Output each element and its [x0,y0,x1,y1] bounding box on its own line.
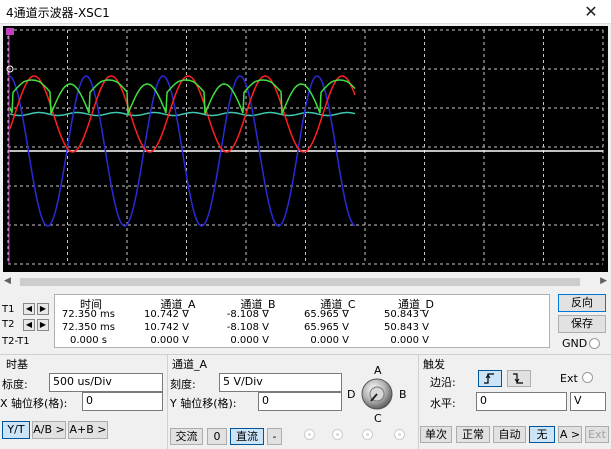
rising-edge-icon [484,373,494,384]
cursor-t1-marker [6,28,14,35]
t2-right-arrow-icon[interactable]: ▶ [37,319,49,331]
title-bar: 4通道示波器-XSC1 ✕ [0,0,611,24]
channel-scale-field[interactable]: 5 V/Div [219,373,342,392]
t2-channel-d: 50.843 V [383,322,429,333]
row-label-t2: T2 [2,319,15,330]
x-position-field[interactable]: 0 [82,392,163,411]
gnd-label: GND [562,337,588,350]
coupling-ac-button[interactable]: 交流 [170,428,203,445]
delta-channel-b: 0.000 V [230,335,269,346]
knob-label-c: C [374,412,382,425]
cursor-readout: T1 ◀ ▶ T2 ◀ ▶ T2-T1 时间 通道_A 通道_B 通道_C 通道… [0,292,611,352]
coupling-zero-button[interactable]: 0 [207,428,227,445]
t1-right-arrow-icon[interactable]: ▶ [37,303,49,315]
delta-channel-c: 0.000 V [310,335,349,346]
cursor-labels: T1 ◀ ▶ T2 ◀ ▶ T2-T1 [0,292,52,352]
trigger-normal-button[interactable]: 正常 [456,426,490,443]
t2-time: 72.350 ms [61,322,115,333]
t2-left-arrow-icon[interactable]: ◀ [23,319,35,331]
y-position-field[interactable]: 0 [258,392,342,411]
channel-c-trace [9,79,356,115]
coupling-dc-button[interactable]: 直流 [230,428,264,445]
trigger-auto-button[interactable]: 自动 [493,426,526,443]
timebase-scale-label: 标度: [2,378,28,391]
y-position-label: Y 轴位移(格): [170,397,237,410]
t1-left-arrow-icon[interactable]: ◀ [23,303,35,315]
edge-label: 边沿: [430,376,456,389]
channel-scale-label: 刻度: [170,378,196,391]
ext-radio[interactable] [582,372,593,383]
trigger-source-a-button[interactable]: A > [558,426,582,443]
trigger-single-button[interactable]: 单次 [420,426,452,443]
knob-label-a: A [374,364,382,377]
row-label-t2-t1: T2-T1 [2,336,30,347]
delta-channel-a: 0.000 V [150,335,189,346]
ext-label: Ext [560,372,578,385]
channel-radio-4 [394,429,405,440]
gnd-radio[interactable] [589,338,600,349]
channel-title: 通道_A [172,358,208,371]
delta-channel-d: 0.000 V [390,335,429,346]
t1-channel-b: -8.108 V [226,309,269,320]
x-position-label: X 轴位移(格): [0,397,68,410]
level-label: 水平: [430,397,456,410]
close-icon[interactable]: ✕ [571,0,611,24]
channel-radio-3 [362,429,373,440]
channel-trigger-divider [418,354,419,449]
readout-table: 时间 通道_A 通道_B 通道_C 通道_D 72.350 ms 10.742 … [54,294,550,348]
trigger-title: 触发 [423,358,445,371]
channel-radio-1 [304,429,315,440]
t1-time: 72.350 ms [61,309,115,320]
timebase-channel-divider [167,354,168,449]
scroll-right-icon[interactable]: ▶ [600,276,607,286]
scroll-left-icon[interactable]: ◀ [4,276,11,286]
knob-label-d: D [347,388,356,401]
scope-display [3,26,608,272]
delta-time: 0.000 s [69,335,107,346]
channel-radio-2 [332,429,343,440]
channel-knob[interactable] [360,377,394,411]
t2-channel-b: -8.108 V [226,322,269,333]
panel-divider [0,354,611,355]
coupling-minus-button[interactable]: - [267,428,282,445]
mode-a-plus-b-button[interactable]: A+B > [68,421,108,439]
knob-label-b: B [399,388,407,401]
scope-scrollbar[interactable]: ◀ ▶ [0,275,611,289]
trigger-ext-button: Ext [585,426,609,443]
window-title: 4通道示波器-XSC1 [6,6,110,20]
t2-channel-a: 10.742 V [143,322,189,333]
t1-channel-a: 10.742 V [143,309,189,320]
mode-ab-button[interactable]: A/B > [32,421,66,439]
trigger-level-field[interactable]: 0 [476,392,567,411]
scroll-thumb[interactable] [20,278,580,286]
trigger-level-unit[interactable]: V [570,392,606,411]
t2-channel-c: 65.965 V [303,322,349,333]
mode-yt-button[interactable]: Y/T [2,421,30,439]
trigger-none-button[interactable]: 无 [529,426,555,443]
timebase-title: 时基 [6,358,28,371]
row-label-t1: T1 [2,304,15,315]
scope-canvas [6,28,604,265]
falling-edge-icon [513,373,523,384]
timebase-scale-field[interactable]: 500 us/Div [49,373,163,392]
save-button[interactable]: 保存 [558,315,606,333]
reverse-button[interactable]: 反向 [558,294,606,312]
edge-falling-button[interactable] [507,370,531,387]
edge-rising-button[interactable] [478,370,502,387]
t1-channel-c: 65.965 V [303,309,349,320]
t1-channel-d: 50.843 V [383,309,429,320]
